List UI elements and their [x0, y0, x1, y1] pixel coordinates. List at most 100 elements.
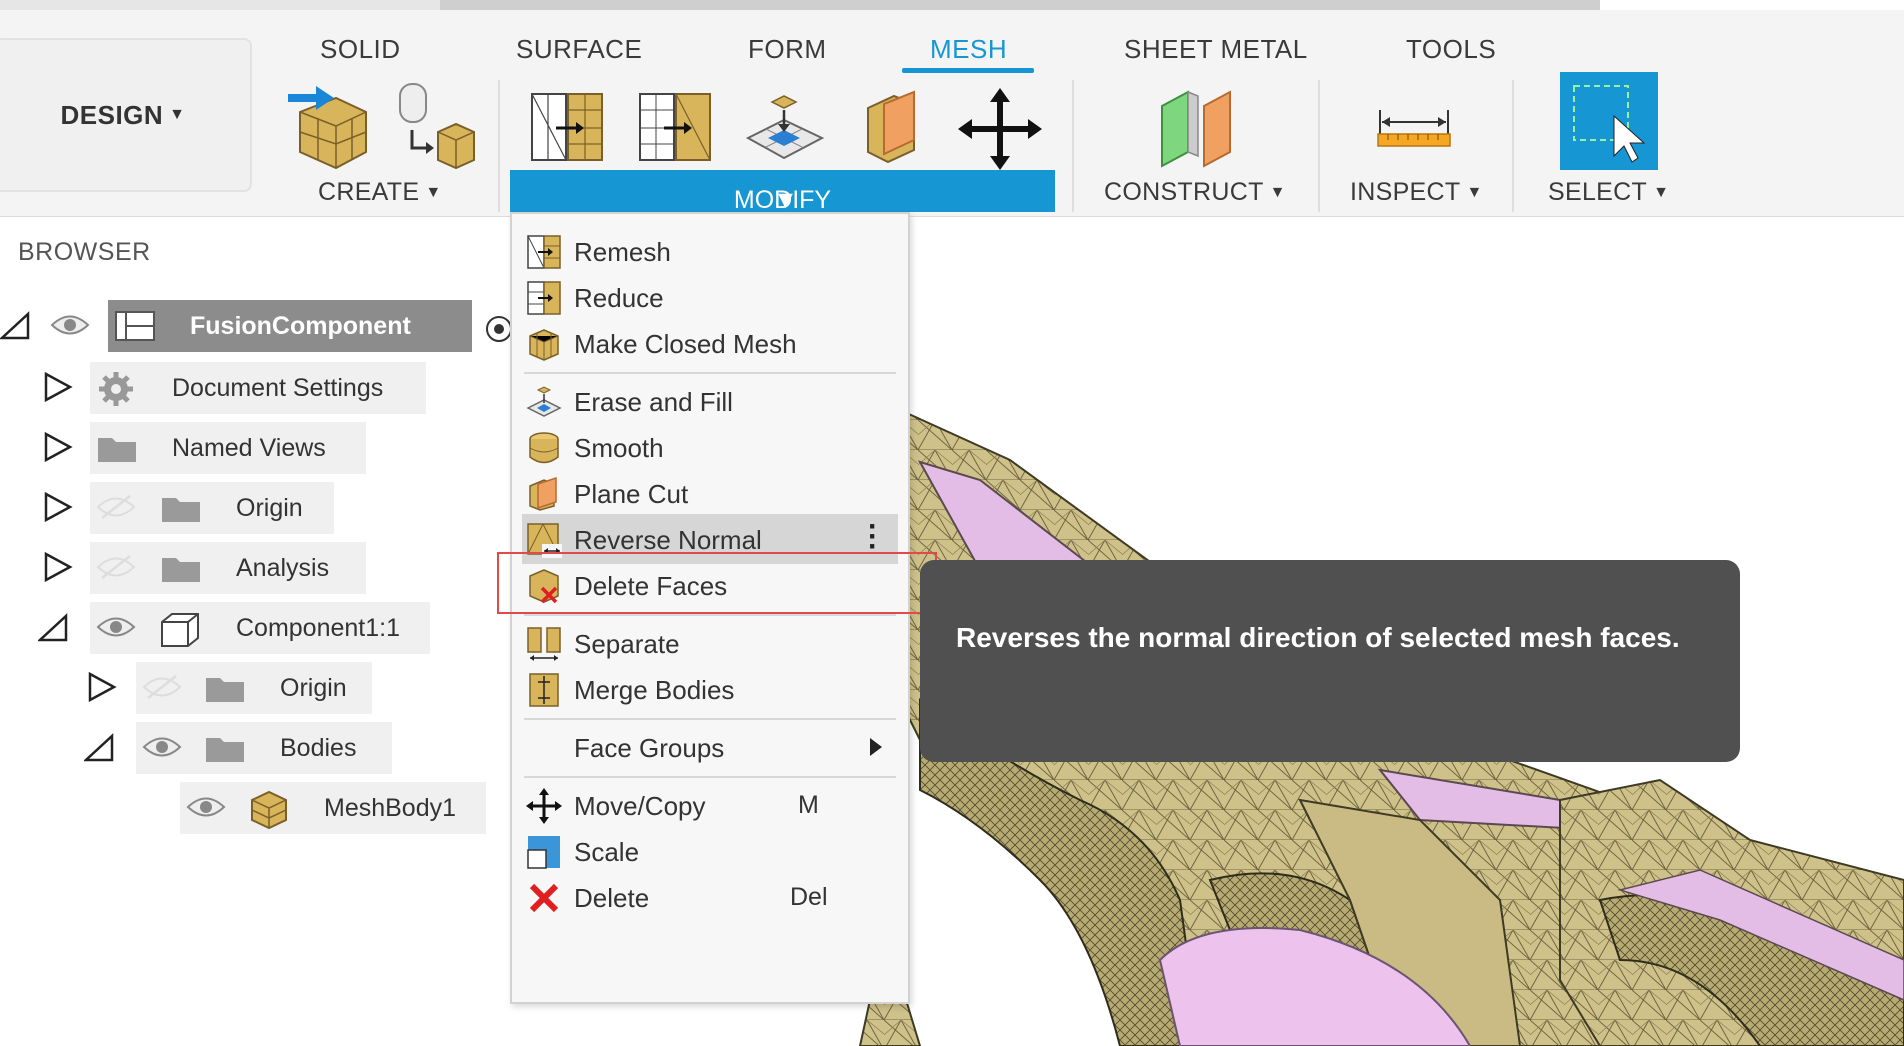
visibility-eye-icon[interactable] — [50, 312, 90, 338]
expand-icon[interactable] — [42, 490, 74, 524]
group-construct-label: CONSTRUCT — [1104, 178, 1264, 206]
ribbon-toolbar: DESIGN ▼ SOLID SURFACE FORM MESH SHEET M… — [0, 10, 1904, 217]
visibility-eye-icon[interactable] — [142, 734, 182, 760]
more-options-icon[interactable]: · · · — [868, 512, 878, 562]
tree-label-named-views: Named Views — [172, 434, 326, 462]
visibility-eye-icon[interactable] — [96, 614, 136, 640]
plane-cut-tool-icon[interactable] — [862, 90, 922, 164]
menu-item-delete[interactable]: Delete Del — [512, 870, 908, 922]
tree-row-document-settings[interactable]: Document Settings — [0, 362, 520, 414]
workspace-label: DESIGN — [60, 99, 164, 130]
caret-down-icon: ▼ — [1653, 184, 1670, 201]
menu-item-move-copy[interactable]: Move/Copy M — [512, 778, 908, 830]
group-modify[interactable]: MODIFY ▼ — [510, 170, 1055, 214]
tree-row-bodies[interactable]: Bodies — [0, 722, 520, 774]
tab-solid[interactable]: SOLID — [320, 34, 401, 65]
collapse-icon[interactable] — [84, 730, 116, 764]
group-inspect[interactable]: INSPECT ▼ — [1350, 178, 1483, 207]
caret-down-icon: ▼ — [169, 106, 186, 123]
measure-icon[interactable] — [1376, 106, 1454, 150]
tree-label-component-origin: Origin — [280, 674, 347, 702]
tab-tools[interactable]: TOOLS — [1406, 34, 1496, 65]
menu-item-label: Smooth — [574, 433, 664, 463]
erase-fill-icon — [526, 386, 562, 417]
tab-mesh[interactable]: MESH — [930, 34, 1007, 65]
component-icon — [115, 311, 155, 341]
merge-bodies-icon — [529, 673, 559, 707]
move-tool-icon[interactable] — [958, 88, 1042, 170]
annotation-highlight-box — [497, 552, 937, 614]
delete-icon — [529, 883, 559, 913]
folder-icon — [206, 678, 244, 702]
create-form-mesh-icon[interactable] — [394, 80, 478, 172]
visibility-hidden-icon[interactable] — [96, 494, 136, 520]
separate-icon — [527, 627, 561, 661]
remesh-tool-icon[interactable] — [528, 90, 608, 164]
menu-item-plane-cut[interactable]: Plane Cut — [512, 466, 908, 518]
menu-item-label: Remesh — [574, 237, 671, 267]
group-construct[interactable]: CONSTRUCT ▼ — [1104, 178, 1286, 207]
title-bar-segment — [440, 0, 1600, 10]
toolbar-divider — [1318, 80, 1320, 212]
tree-row-component1[interactable]: Component1:1 — [0, 602, 520, 654]
tree-label-analysis: Analysis — [236, 554, 330, 582]
tree-row-named-views[interactable]: Named Views — [0, 422, 520, 474]
menu-item-merge-bodies[interactable]: Merge Bodies — [512, 662, 908, 714]
tree-label-origin: Origin — [236, 494, 303, 522]
tooltip: Reverses the normal direction of selecte… — [920, 560, 1740, 762]
visibility-hidden-icon[interactable] — [142, 674, 182, 700]
tree-label-document-settings: Document Settings — [172, 374, 384, 402]
menu-item-reduce[interactable]: Reduce — [512, 270, 908, 322]
visibility-eye-icon[interactable] — [186, 794, 226, 820]
tree-row-meshbody1[interactable]: MeshBody1 — [0, 782, 520, 834]
mesh-body-icon — [251, 790, 287, 830]
expand-icon[interactable] — [42, 550, 74, 584]
expand-icon[interactable] — [86, 670, 118, 704]
remesh-icon — [527, 235, 561, 269]
toolbar-divider — [1072, 80, 1074, 212]
visibility-hidden-icon[interactable] — [96, 554, 136, 580]
erase-fill-tool-icon[interactable] — [744, 90, 826, 164]
move-icon — [526, 788, 562, 824]
tree-row-analysis[interactable]: Analysis — [0, 542, 520, 594]
workspace-design-dropdown[interactable]: DESIGN ▼ — [0, 38, 252, 192]
menu-item-remesh[interactable]: Remesh — [512, 224, 908, 276]
construct-plane-icon[interactable] — [1154, 86, 1238, 170]
menu-item-smooth[interactable]: Smooth — [512, 420, 908, 472]
menu-item-make-closed-mesh[interactable]: Make Closed Mesh — [512, 316, 908, 368]
group-select-label: SELECT — [1548, 178, 1648, 206]
group-create[interactable]: CREATE ▼ — [318, 178, 442, 207]
menu-item-label: Merge Bodies — [574, 675, 735, 705]
active-tab-indicator — [902, 68, 1034, 73]
title-bar-segment — [0, 0, 440, 10]
menu-item-scale[interactable]: Scale — [512, 824, 908, 876]
folder-icon — [162, 558, 200, 582]
collapse-icon[interactable] — [38, 610, 70, 644]
menu-item-label: Scale — [574, 837, 640, 867]
plane-cut-icon — [529, 476, 557, 511]
folder-icon — [98, 438, 136, 462]
insert-mesh-icon[interactable] — [286, 82, 372, 172]
tab-sheet-metal[interactable]: SHEET METAL — [1124, 34, 1308, 65]
tree-row-root[interactable]: FusionComponent — [0, 300, 520, 352]
group-select[interactable]: SELECT ▼ — [1548, 178, 1669, 207]
menu-item-erase-and-fill[interactable]: Erase and Fill — [512, 374, 908, 426]
toolbar-divider — [498, 80, 500, 212]
tab-form[interactable]: FORM — [748, 34, 827, 65]
tab-surface[interactable]: SURFACE — [516, 34, 642, 65]
tree-row-component-origin[interactable]: Origin — [0, 662, 520, 714]
caret-down-icon: ▼ — [1466, 184, 1483, 201]
expand-icon[interactable] — [42, 370, 74, 404]
reduce-tool-icon[interactable] — [636, 90, 716, 164]
select-icon[interactable] — [1560, 72, 1658, 170]
menu-item-face-groups[interactable]: Face Groups — [512, 720, 908, 772]
caret-down-icon: ▼ — [1269, 184, 1286, 201]
tree-label-root: FusionComponent — [190, 312, 411, 340]
menu-item-label: Delete — [574, 883, 650, 913]
tree-row-origin[interactable]: Origin — [0, 482, 520, 534]
browser-header: BROWSER — [0, 238, 505, 274]
expand-icon[interactable] — [42, 430, 74, 464]
menu-item-separate[interactable]: Separate — [512, 616, 908, 668]
smooth-icon — [529, 432, 559, 464]
collapse-icon[interactable] — [0, 308, 32, 342]
